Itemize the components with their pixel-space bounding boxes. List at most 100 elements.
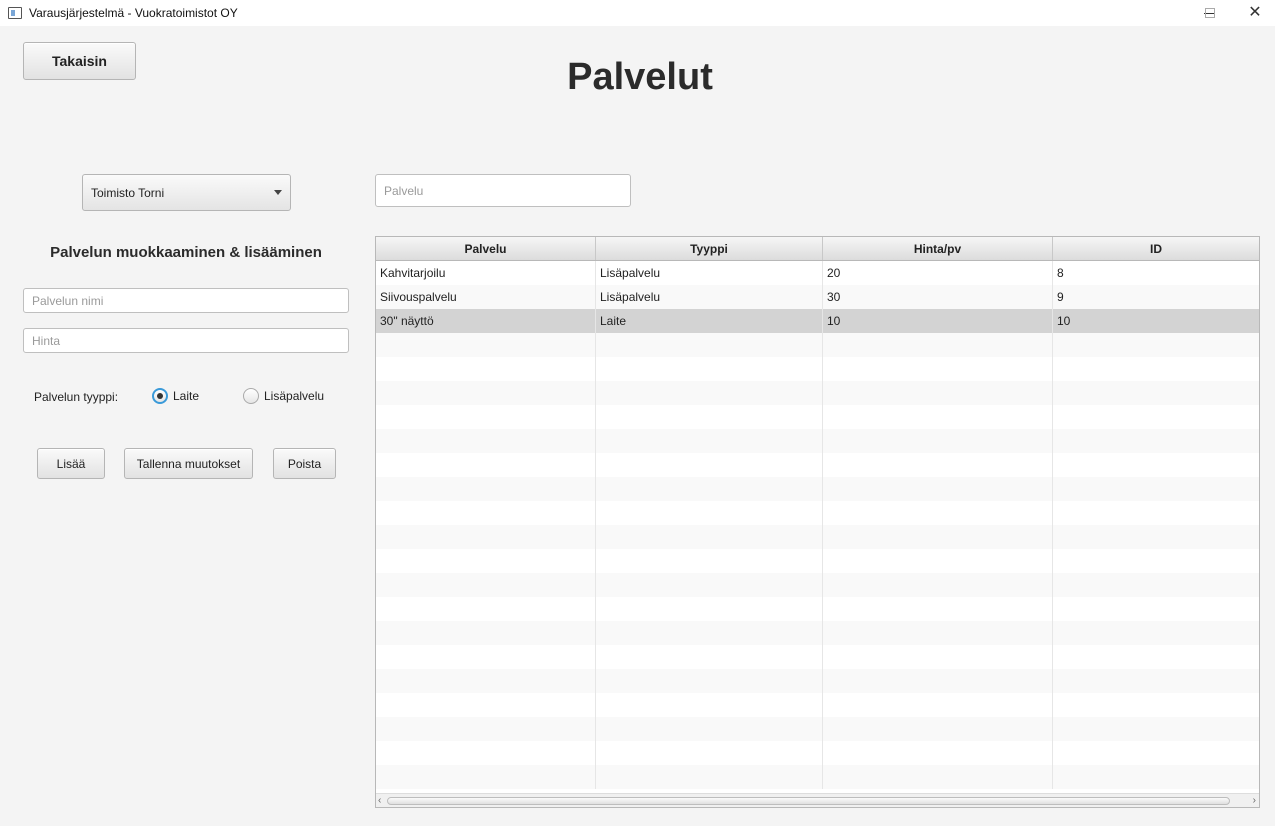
table-cell [1053, 645, 1259, 669]
empty-table-row[interactable] [376, 501, 1259, 525]
table-cell [1053, 669, 1259, 693]
window-title: Varausjärjestelmä - Vuokratoimistot OY [29, 6, 238, 20]
services-table[interactable]: Palvelu Tyyppi Hinta/pv ID Kahvitarjoilu… [375, 236, 1260, 808]
table-cell [596, 405, 823, 429]
back-button[interactable]: Takaisin [23, 42, 136, 80]
table-cell [596, 333, 823, 357]
horizontal-scrollbar[interactable]: ‹ › [376, 793, 1259, 807]
empty-table-row[interactable] [376, 549, 1259, 573]
table-cell [823, 645, 1053, 669]
empty-table-row[interactable] [376, 621, 1259, 645]
table-cell [823, 405, 1053, 429]
save-changes-button[interactable]: Tallenna muutokset [124, 448, 253, 479]
price-field[interactable] [23, 328, 349, 353]
table-cell [1053, 597, 1259, 621]
empty-table-row[interactable] [376, 669, 1259, 693]
empty-table-row[interactable] [376, 741, 1259, 765]
add-button[interactable]: Lisää [37, 448, 105, 479]
table-cell [376, 549, 596, 573]
table-header: Palvelu Tyyppi Hinta/pv ID [376, 237, 1259, 261]
table-cell [823, 669, 1053, 693]
table-cell [1053, 501, 1259, 525]
table-row[interactable]: Siivouspalvelu Lisäpalvelu 30 9 [376, 285, 1259, 309]
table-cell [376, 645, 596, 669]
table-cell: Kahvitarjoilu [376, 261, 596, 285]
table-cell [596, 429, 823, 453]
table-cell [596, 717, 823, 741]
table-cell [376, 453, 596, 477]
radio-indicator [243, 388, 259, 404]
empty-table-row[interactable] [376, 573, 1259, 597]
table-cell [823, 693, 1053, 717]
table-cell [376, 525, 596, 549]
table-cell [1053, 381, 1259, 405]
office-select[interactable]: Toimisto Torni [82, 174, 291, 211]
column-header-hinta[interactable]: Hinta/pv [823, 237, 1053, 260]
search-input[interactable] [375, 174, 631, 207]
table-cell [1053, 333, 1259, 357]
scrollbar-thumb[interactable] [387, 797, 1230, 805]
radio-label: Laite [173, 389, 200, 403]
radio-lisapalvelu[interactable]: Lisäpalvelu [243, 388, 324, 404]
scroll-left-icon[interactable]: ‹ [378, 795, 381, 807]
table-cell [823, 525, 1053, 549]
close-button[interactable]: ✕ [1232, 0, 1275, 26]
table-cell [596, 381, 823, 405]
table-cell [376, 477, 596, 501]
empty-table-row[interactable] [376, 357, 1259, 381]
scroll-right-icon[interactable]: › [1253, 795, 1256, 807]
radio-laite[interactable]: Laite [152, 388, 199, 404]
empty-table-row[interactable] [376, 453, 1259, 477]
table-cell [376, 741, 596, 765]
table-cell [376, 765, 596, 789]
table-body: Kahvitarjoilu Lisäpalvelu 20 8 Siivouspalvel… [376, 261, 1259, 789]
table-cell: 30 [823, 285, 1053, 309]
maximize-button[interactable] [1188, 0, 1232, 26]
service-type-label: Palvelun tyyppi: [34, 390, 119, 404]
column-header-tyyppi[interactable]: Tyyppi [596, 237, 823, 260]
chevron-down-icon [274, 190, 282, 195]
table-cell [596, 621, 823, 645]
app-icon [8, 7, 22, 19]
table-row[interactable]: Kahvitarjoilu Lisäpalvelu 20 8 [376, 261, 1259, 285]
table-cell [596, 765, 823, 789]
table-cell: 20 [823, 261, 1053, 285]
table-cell [596, 525, 823, 549]
empty-table-row[interactable] [376, 405, 1259, 429]
table-cell [1053, 405, 1259, 429]
table-cell: 9 [1057, 290, 1064, 304]
empty-table-row[interactable] [376, 597, 1259, 621]
office-select-value: Toimisto Torni [91, 185, 165, 200]
column-header-id[interactable]: ID [1053, 237, 1259, 260]
table-cell: 10 [823, 309, 1053, 333]
main-content: Takaisin Palvelut Toimisto Torni Palvelu… [0, 26, 1275, 826]
table-cell [823, 573, 1053, 597]
delete-button[interactable]: Poista [273, 448, 336, 479]
table-cell [596, 501, 823, 525]
empty-table-row[interactable] [376, 333, 1259, 357]
column-header-palvelu[interactable]: Palvelu [376, 237, 596, 260]
table-cell [376, 381, 596, 405]
table-cell [376, 357, 596, 381]
table-cell: Lisäpalvelu [596, 261, 823, 285]
title-bar: Varausjärjestelmä - Vuokratoimistot OY ✕ [0, 0, 1275, 26]
service-name-field[interactable] [23, 288, 349, 313]
empty-table-row[interactable] [376, 381, 1259, 405]
table-cell [376, 693, 596, 717]
empty-table-row[interactable] [376, 429, 1259, 453]
table-cell [823, 453, 1053, 477]
table-cell [1053, 621, 1259, 645]
empty-table-row[interactable] [376, 765, 1259, 789]
table-cell [1053, 717, 1259, 741]
table-cell [376, 669, 596, 693]
empty-table-row[interactable] [376, 477, 1259, 501]
table-cell: Lisäpalvelu [596, 285, 823, 309]
empty-table-row[interactable] [376, 717, 1259, 741]
empty-table-row[interactable] [376, 525, 1259, 549]
maximize-icon [1205, 8, 1215, 18]
table-cell [823, 717, 1053, 741]
table-cell [823, 501, 1053, 525]
empty-table-row[interactable] [376, 693, 1259, 717]
table-row[interactable]: 30" näyttö Laite 10 10 [376, 309, 1259, 333]
empty-table-row[interactable] [376, 645, 1259, 669]
